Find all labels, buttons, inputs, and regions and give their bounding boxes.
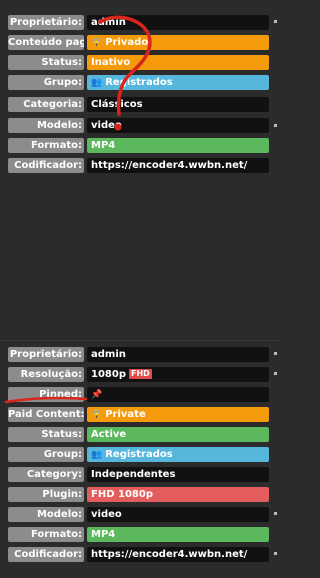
more-dot-icon: [274, 20, 277, 23]
more-dot-icon: [274, 552, 277, 555]
row-value: 📌: [87, 387, 269, 402]
row-value: Clássicos: [87, 97, 269, 112]
row-label: Modelo:: [8, 118, 84, 133]
more-dot-icon: [274, 512, 277, 515]
row-codificador: Codificador: https://encoder4.wwbn.net/: [0, 545, 279, 565]
row-conteudo-pago: Conteúdo pago: 🔒Privado: [0, 33, 279, 53]
row-group: Group: 👥 Registrados: [0, 445, 279, 465]
row-grupo: Grupo: 👥 Registrados: [0, 73, 279, 93]
lock-icon: 🔒: [91, 410, 103, 420]
encoder-link[interactable]: https://encoder4.wwbn.net/: [87, 158, 269, 173]
row-paid-content: Paid Content: 🔒 Private: [0, 405, 279, 425]
status-badge: Active: [87, 427, 269, 442]
row-plugin: Plugin: FHD 1080p: [0, 485, 279, 505]
row-label: Formato:: [8, 138, 84, 153]
row-codificador: Codificador: https://encoder4.wwbn.net/: [0, 156, 279, 176]
row-formato: Formato: MP4: [0, 525, 279, 545]
row-label: Category:: [8, 467, 84, 482]
row-label: Codificador:: [8, 547, 84, 562]
users-icon: 👥: [91, 78, 103, 88]
row-label: Codificador:: [8, 158, 84, 173]
row-modelo: Modelo: video: [0, 116, 279, 136]
lock-icon: 🔒: [91, 38, 103, 48]
row-modelo: Modelo: video: [0, 505, 279, 525]
row-proprietario: Proprietário: admin: [0, 345, 279, 365]
row-value: 👥 Registrados: [87, 75, 269, 90]
row-pinned: Pinned: 📌: [0, 385, 279, 405]
row-label: Status:: [8, 55, 84, 70]
row-label: Paid Content:: [8, 407, 84, 422]
users-icon: 👥: [91, 450, 103, 460]
fhd-badge: FHD: [129, 369, 152, 379]
row-category: Category: Independentes: [0, 465, 279, 485]
row-value: 1080p FHD: [87, 367, 269, 382]
more-dot-icon: [274, 372, 277, 375]
row-value: video: [87, 507, 269, 522]
pin-icon: 📌: [91, 390, 103, 400]
more-dot-icon: [274, 352, 277, 355]
paid-value: Private: [105, 409, 146, 420]
row-label: Conteúdo pago:: [8, 35, 84, 50]
row-label: Resolução:: [8, 367, 84, 382]
row-label: Grupo:: [8, 75, 84, 90]
group-value: Registrados: [105, 449, 173, 460]
row-label: Status:: [8, 427, 84, 442]
row-proprietario: Proprietário: admin: [0, 13, 279, 33]
top-metadata-panel: Proprietário: admin Conteúdo pago: 🔒Priv…: [0, 0, 279, 340]
row-formato: Formato: MP4: [0, 136, 279, 156]
resolution-value: 1080p: [91, 369, 126, 380]
encoder-link[interactable]: https://encoder4.wwbn.net/: [87, 547, 269, 562]
row-value: 🔒 Privado: [87, 35, 269, 50]
row-categoria: Categoria: Clássicos: [0, 95, 279, 115]
row-value: 🔒 Private: [87, 407, 269, 422]
status-badge: Inativo: [87, 55, 269, 70]
row-value: admin: [87, 15, 269, 30]
plugin-badge: FHD 1080p: [87, 487, 269, 502]
row-value: 👥 Registrados: [87, 447, 269, 462]
row-label: Proprietário:: [8, 347, 84, 362]
row-status: Status: Active: [0, 425, 279, 445]
row-label: Proprietário:: [8, 15, 84, 30]
group-value: Registrados: [105, 77, 173, 88]
row-label: Plugin:: [8, 487, 84, 502]
row-value: admin: [87, 347, 269, 362]
row-value: video: [87, 118, 269, 133]
row-label: Formato:: [8, 527, 84, 542]
paid-value: Privado: [105, 37, 149, 48]
row-label: Modelo:: [8, 507, 84, 522]
row-resolucao: Resolução: 1080p FHD: [0, 365, 279, 385]
more-dot-icon: [274, 124, 277, 127]
row-label: Categoria:: [8, 97, 84, 112]
row-label: Pinned:: [8, 387, 84, 402]
row-status: Status: Inativo: [0, 53, 279, 73]
row-value: Independentes: [87, 467, 269, 482]
row-value: MP4: [87, 527, 269, 542]
row-label: Group:: [8, 447, 84, 462]
row-value: MP4: [87, 138, 269, 153]
